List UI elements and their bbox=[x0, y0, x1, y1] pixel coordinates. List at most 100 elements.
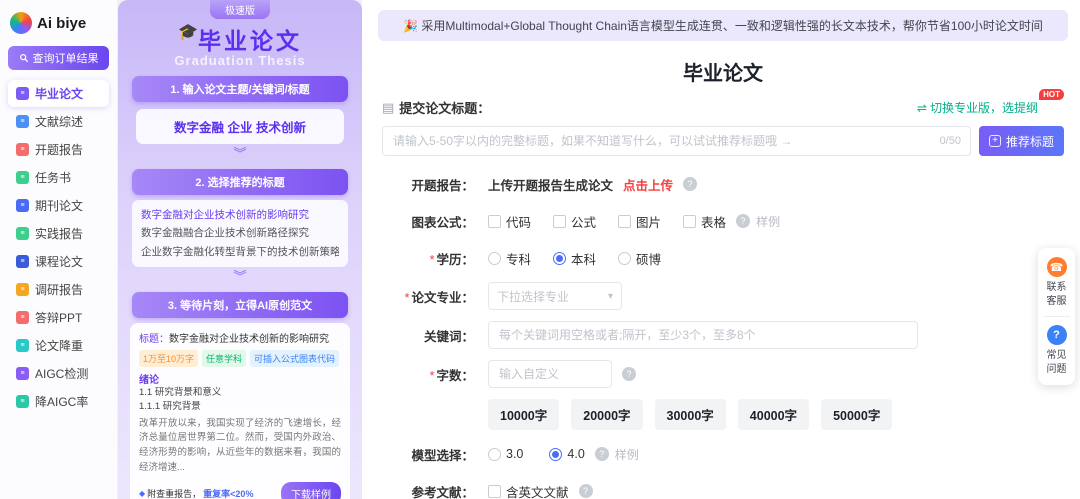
recommended-title-option[interactable]: 数字金融融合企业技术创新路径探究 bbox=[141, 224, 339, 242]
sidebar-item-literature-review[interactable]: ≡ 文献综述 bbox=[8, 108, 109, 135]
radio-option-model-3[interactable]: 3.0 bbox=[488, 447, 523, 461]
chevron-down-icon: ︾ bbox=[233, 269, 247, 285]
chart-formula-row: 图表公式： 代码 公式 图片 表格 样例 bbox=[378, 208, 1068, 234]
checkbox-option-english-refs[interactable]: 含英文文献 bbox=[488, 482, 569, 499]
opening-report-row: 开题报告： 上传开题报告生成论文 点击上传 bbox=[378, 171, 1068, 197]
recommended-title-option[interactable]: 数字金融对企业技术创新的影响研究 bbox=[141, 206, 339, 224]
thesis-form: 开题报告： 上传开题报告生成论文 点击上传 图表公式： 代码 公式 图片 表格 … bbox=[378, 171, 1068, 499]
logo[interactable]: Ai biye bbox=[8, 10, 109, 46]
title-input-row: 0/50 + 推荐标题 bbox=[382, 126, 1064, 156]
title-input-wrap: 0/50 bbox=[382, 126, 971, 156]
preset-10000[interactable]: 10000字 bbox=[488, 399, 560, 430]
info-icon[interactable] bbox=[736, 214, 751, 228]
speed-version-badge: 极速版 bbox=[210, 0, 270, 19]
word-count-label: 字数： bbox=[378, 365, 474, 384]
sidebar-item-defense-ppt[interactable]: ≡ 答辩PPT bbox=[8, 304, 109, 331]
major-row: 论文专业： 下拉选择专业 ▾ bbox=[378, 282, 1068, 310]
title-input[interactable] bbox=[382, 126, 971, 156]
chart-formula-options: 代码 公式 图片 表格 bbox=[488, 212, 726, 231]
radio-option-master[interactable]: 硕博 bbox=[618, 249, 661, 268]
char-counter: 0/50 bbox=[939, 135, 961, 147]
sample-link[interactable]: 样例 bbox=[615, 446, 639, 463]
checkbox-icon[interactable] bbox=[683, 214, 697, 228]
sidebar-item-journal-paper[interactable]: ≡ 期刊论文 bbox=[8, 192, 109, 219]
checkbox-option-image[interactable]: 图片 bbox=[618, 212, 661, 231]
doc-icon: ≡ bbox=[16, 283, 29, 296]
keywords-label: 关键词： bbox=[423, 329, 474, 344]
sidebar-item-practice-report[interactable]: ≡ 实践报告 bbox=[8, 220, 109, 247]
info-icon[interactable] bbox=[683, 177, 698, 191]
upload-link[interactable]: 点击上传 bbox=[623, 175, 673, 194]
checkbox-icon[interactable] bbox=[553, 214, 567, 228]
major-label: 论文专业： bbox=[378, 287, 474, 306]
step3-header: 3. 等待片刻，立得AI原创范文 bbox=[132, 292, 348, 319]
faq-button[interactable]: ? 常见问题 bbox=[1041, 325, 1072, 376]
preset-50000[interactable]: 50000字 bbox=[821, 399, 893, 430]
info-icon[interactable] bbox=[578, 484, 593, 498]
model-row: 模型选择： 3.0 4.0 样例 bbox=[378, 441, 1068, 467]
step1-header: 1. 输入论文主题/关键词/标题 bbox=[132, 76, 348, 102]
model-options: 3.0 4.0 bbox=[488, 447, 585, 461]
sidebar-item-proposal-report[interactable]: ≡ 开题报告 bbox=[8, 136, 109, 163]
doc-icon: ≡ bbox=[16, 367, 29, 380]
major-select[interactable]: 下拉选择专业 ▾ bbox=[488, 282, 622, 310]
sample-tags: 1万至10万字 任意学科 可插入公式图表代码 bbox=[139, 350, 341, 368]
switch-pro-link[interactable]: ⇌ 切换专业版，选提纲 HOT bbox=[917, 89, 1064, 116]
doc-icon: ≡ bbox=[16, 227, 29, 240]
main-content: 🎉 采用Multimodal+Global Thought Chain语言模型生… bbox=[362, 0, 1080, 499]
keywords-input[interactable] bbox=[488, 321, 918, 349]
preset-30000[interactable]: 30000字 bbox=[654, 399, 726, 430]
sample-subheading: 1.1.1 研究背景 bbox=[139, 401, 201, 413]
order-results-button[interactable]: 查询订单结果 bbox=[8, 46, 109, 70]
sidebar-item-reduce-aigc[interactable]: ≡ 降AIGC率 bbox=[8, 388, 109, 415]
word-count-input[interactable] bbox=[488, 360, 612, 388]
recommend-title-button[interactable]: + 推荐标题 bbox=[978, 126, 1064, 156]
tag-any-subject: 任意学科 bbox=[202, 350, 247, 368]
doc-icon: ≡ bbox=[16, 115, 29, 128]
radio-icon[interactable] bbox=[488, 251, 501, 265]
chevron-down-icon: ︾ bbox=[233, 146, 247, 161]
submit-title-label: 提交论文标题： bbox=[399, 101, 491, 116]
radio-option-college[interactable]: 专科 bbox=[488, 249, 531, 268]
contact-service-button[interactable]: ☎ 联系客服 bbox=[1041, 257, 1072, 308]
checkbox-icon[interactable] bbox=[618, 214, 632, 228]
download-sample-button[interactable]: 下载样例 bbox=[281, 481, 341, 499]
checkbox-icon[interactable] bbox=[488, 214, 501, 228]
word-count-row: 字数： bbox=[378, 360, 1068, 388]
sample-link[interactable]: 样例 bbox=[756, 213, 780, 230]
info-icon[interactable] bbox=[622, 367, 636, 381]
checkbox-icon[interactable] bbox=[488, 484, 501, 498]
sidebar-item-reduce-duplication[interactable]: ≡ 论文降重 bbox=[8, 332, 109, 359]
sample-body-text: 改革开放以来，我国实现了经济的飞速增长，经济总量位居世界第二位。然而，受国内外政… bbox=[139, 417, 341, 473]
sidebar-item-research-report[interactable]: ≡ 调研报告 bbox=[8, 276, 109, 303]
report-icon: ◆ bbox=[139, 488, 146, 498]
question-icon: ? bbox=[1046, 325, 1067, 345]
checkbox-option-formula[interactable]: 公式 bbox=[553, 212, 596, 231]
radio-icon[interactable] bbox=[488, 447, 501, 461]
party-icon: 🎉 bbox=[403, 19, 419, 33]
sidebar-item-task-book[interactable]: ≡ 任务书 bbox=[8, 164, 109, 191]
radio-icon[interactable] bbox=[618, 251, 632, 265]
tag-formula-chart: 可插入公式图表代码 bbox=[250, 350, 340, 368]
recommended-title-option[interactable]: 企业数字金融化转型背景下的技术创新策略研究 bbox=[141, 243, 339, 261]
preset-20000[interactable]: 20000字 bbox=[571, 399, 643, 430]
chart-formula-label: 图表公式： bbox=[411, 215, 474, 230]
radio-option-bachelor[interactable]: 本科 bbox=[553, 249, 596, 268]
doc-icon: ≡ bbox=[16, 199, 29, 212]
hot-badge: HOT bbox=[1039, 89, 1064, 100]
references-label: 参考文献： bbox=[411, 485, 474, 499]
radio-icon-checked[interactable] bbox=[553, 251, 567, 265]
sidebar-item-course-paper[interactable]: ≡ 课程论文 bbox=[8, 248, 109, 275]
radio-icon-checked[interactable] bbox=[549, 447, 563, 461]
preset-40000[interactable]: 40000字 bbox=[737, 399, 810, 430]
info-icon[interactable] bbox=[594, 447, 609, 461]
sidebar-item-aigc-detect[interactable]: ≡ AIGC检测 bbox=[8, 360, 109, 387]
sidebar-nav: ≡ 毕业论文 ≡ 文献综述 ≡ 开题报告 ≡ 任务书 ≡ 期刊论文 ≡ 实践报告 bbox=[8, 80, 109, 415]
sidebar-item-thesis[interactable]: ≡ 毕业论文 bbox=[8, 80, 109, 107]
sample-section-heading: 绪论 bbox=[139, 375, 159, 387]
recommended-titles-box: 数字金融对企业技术创新的影响研究 数字金融融合企业技术创新路径探究 企业数字金融… bbox=[132, 200, 348, 268]
radio-option-model-4[interactable]: 4.0 bbox=[549, 447, 585, 461]
logo-icon bbox=[10, 12, 32, 34]
checkbox-option-code[interactable]: 代码 bbox=[488, 212, 531, 231]
checkbox-option-table[interactable]: 表格 bbox=[683, 212, 726, 231]
